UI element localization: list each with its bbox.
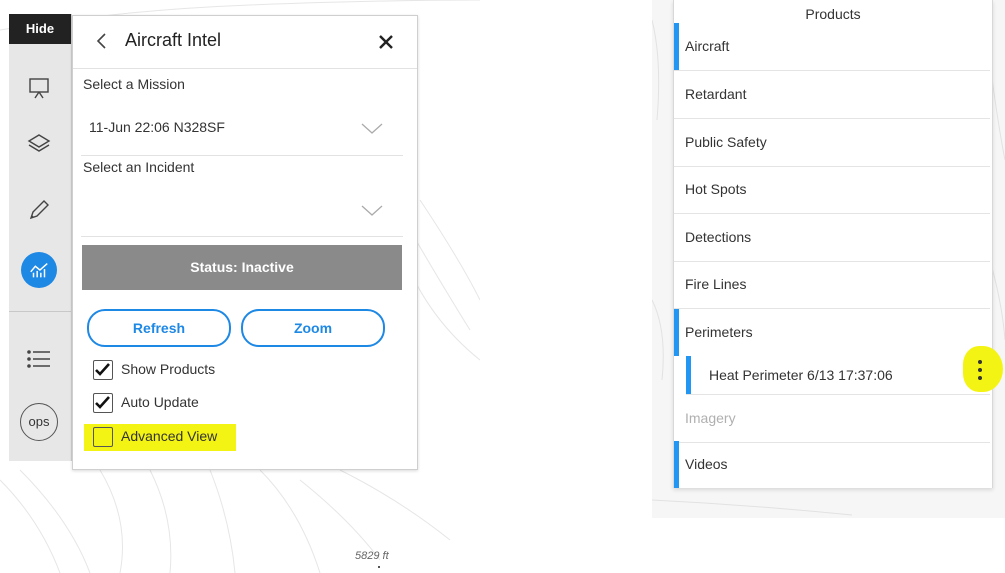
refresh-button[interactable]: Refresh	[87, 309, 231, 347]
panel-title: Aircraft Intel	[125, 30, 222, 50]
mission-select[interactable]: 11-Jun 22:06 N328SF	[89, 119, 225, 135]
layers-icon[interactable]	[21, 126, 57, 162]
hide-button[interactable]: Hide	[9, 14, 71, 44]
product-label: Retardant	[685, 86, 747, 102]
product-label: Videos	[685, 456, 728, 472]
product-label: Imagery	[685, 410, 736, 426]
show-products-label: Show Products	[121, 361, 216, 377]
auto-update-checkbox[interactable]	[93, 393, 113, 413]
mission-label: Select a Mission	[83, 76, 185, 92]
product-item-imagery: Imagery	[674, 395, 990, 443]
status-bar: Status: Inactive	[82, 245, 402, 290]
active-indicator	[674, 23, 679, 70]
field-divider	[81, 236, 403, 237]
active-indicator	[674, 309, 679, 356]
products-panel: Products Aircraft Retardant Public Safet…	[673, 0, 1003, 488]
panel-header: Aircraft Intel	[73, 16, 417, 69]
product-label: Aircraft	[685, 38, 730, 54]
products-title: Products	[805, 6, 861, 22]
pencil-icon[interactable]	[21, 192, 57, 228]
product-item-perimeters[interactable]: Perimeters	[674, 309, 990, 356]
product-label: Public Safety	[685, 134, 767, 150]
product-item-hot-spots[interactable]: Hot Spots	[674, 166, 990, 214]
chevron-left-icon[interactable]	[93, 31, 111, 51]
sub-item-heat-perimeter[interactable]: Heat Perimeter 6/13 17:37:06	[686, 346, 1003, 395]
auto-update-label: Auto Update	[121, 394, 199, 410]
product-item-fire-lines[interactable]: Fire Lines	[674, 261, 990, 309]
list-icon[interactable]	[21, 341, 57, 377]
zoom-button[interactable]: Zoom	[241, 309, 385, 347]
chevron-down-icon[interactable]	[361, 122, 383, 134]
product-label: Perimeters	[685, 324, 753, 340]
product-item-aircraft[interactable]: Aircraft	[674, 23, 990, 71]
product-item-public-safety[interactable]: Public Safety	[674, 119, 990, 167]
elevation-label: 5829 ft	[355, 550, 389, 562]
field-divider	[81, 155, 403, 156]
chevron-down-icon[interactable]	[361, 204, 383, 216]
show-products-checkbox[interactable]	[93, 360, 113, 380]
ops-button[interactable]: ops	[20, 403, 58, 441]
menu-highlight	[963, 346, 1003, 392]
aircraft-intel-panel: Aircraft Intel Select a Mission 11-Jun 2…	[72, 15, 418, 470]
active-indicator	[686, 356, 691, 394]
close-icon[interactable]	[378, 34, 394, 50]
advanced-view-checkbox[interactable]	[93, 427, 113, 447]
product-item-retardant[interactable]: Retardant	[674, 71, 990, 119]
left-toolbar: Hide ops	[9, 14, 72, 461]
advanced-view-label: Advanced View	[121, 428, 218, 444]
presentation-icon[interactable]	[21, 70, 57, 106]
product-item-videos[interactable]: Videos	[674, 441, 990, 488]
incident-label: Select an Incident	[83, 159, 195, 175]
kebab-menu-icon[interactable]	[977, 360, 983, 384]
product-label: Hot Spots	[685, 181, 747, 197]
map-marker-dot	[378, 566, 380, 568]
sub-item-label: Heat Perimeter 6/13 17:37:06	[709, 367, 893, 383]
product-label: Fire Lines	[685, 276, 747, 292]
product-label: Detections	[685, 229, 752, 245]
product-item-detections[interactable]: Detections	[674, 214, 990, 262]
active-indicator	[674, 441, 679, 488]
analytics-icon[interactable]	[21, 252, 57, 288]
toolbar-divider	[9, 311, 71, 312]
